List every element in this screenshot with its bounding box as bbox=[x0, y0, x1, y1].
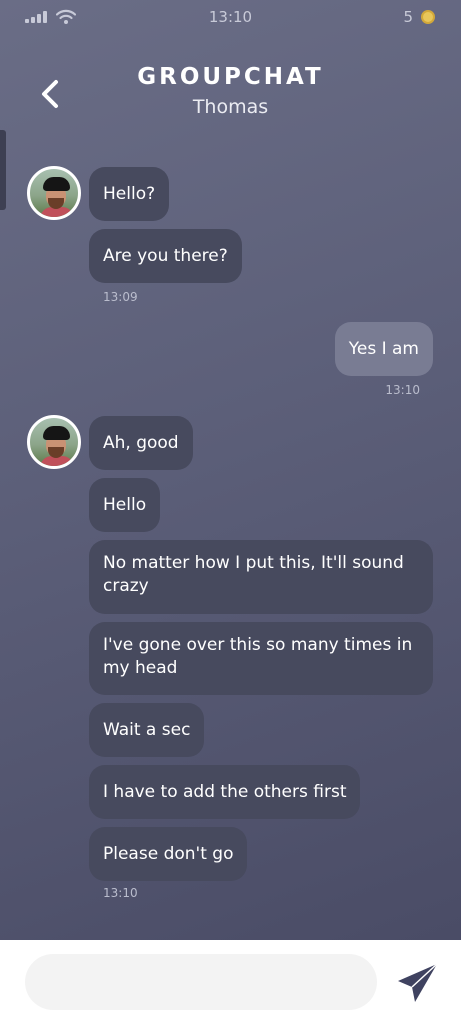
side-drawer-handle[interactable] bbox=[0, 130, 6, 210]
chat-subtitle: Thomas bbox=[192, 96, 269, 118]
message-timestamp: 13:10 bbox=[385, 383, 420, 397]
message-timestamp: 13:10 bbox=[103, 886, 138, 900]
message-bubble[interactable]: Hello? bbox=[89, 167, 170, 221]
message-bubble[interactable]: I've gone over this so many times in my … bbox=[89, 622, 433, 695]
message-bubble[interactable]: Please don't go bbox=[89, 827, 248, 881]
status-time: 13:10 bbox=[208, 8, 253, 26]
send-button[interactable] bbox=[393, 958, 443, 1008]
status-bar: 13:10 5 bbox=[0, 0, 461, 34]
message-bubble[interactable]: Are you there? bbox=[89, 229, 242, 283]
avatar[interactable] bbox=[27, 415, 81, 469]
message-timestamp: 13:09 bbox=[103, 290, 138, 304]
message-bubble[interactable]: Hello bbox=[89, 478, 161, 532]
paper-plane-icon bbox=[398, 963, 438, 1002]
avatar[interactable] bbox=[27, 166, 81, 220]
message-bubble[interactable]: No matter how I put this, It'll sound cr… bbox=[89, 540, 433, 614]
message-input[interactable] bbox=[25, 954, 377, 1010]
compose-bar bbox=[0, 940, 461, 1024]
message-bubble[interactable]: Ah, good bbox=[89, 416, 193, 470]
chat-title: GROUPCHAT bbox=[137, 64, 324, 90]
chat-screen: 13:10 5 GROUPCHAT Thomas Hello? Are you … bbox=[0, 0, 461, 940]
message-bubble[interactable]: I have to add the others first bbox=[89, 765, 361, 819]
coin-icon bbox=[421, 10, 435, 24]
message-bubble[interactable]: Wait a sec bbox=[89, 703, 205, 757]
coin-count: 5 bbox=[403, 8, 413, 26]
message-bubble[interactable]: Yes I am bbox=[334, 322, 433, 376]
